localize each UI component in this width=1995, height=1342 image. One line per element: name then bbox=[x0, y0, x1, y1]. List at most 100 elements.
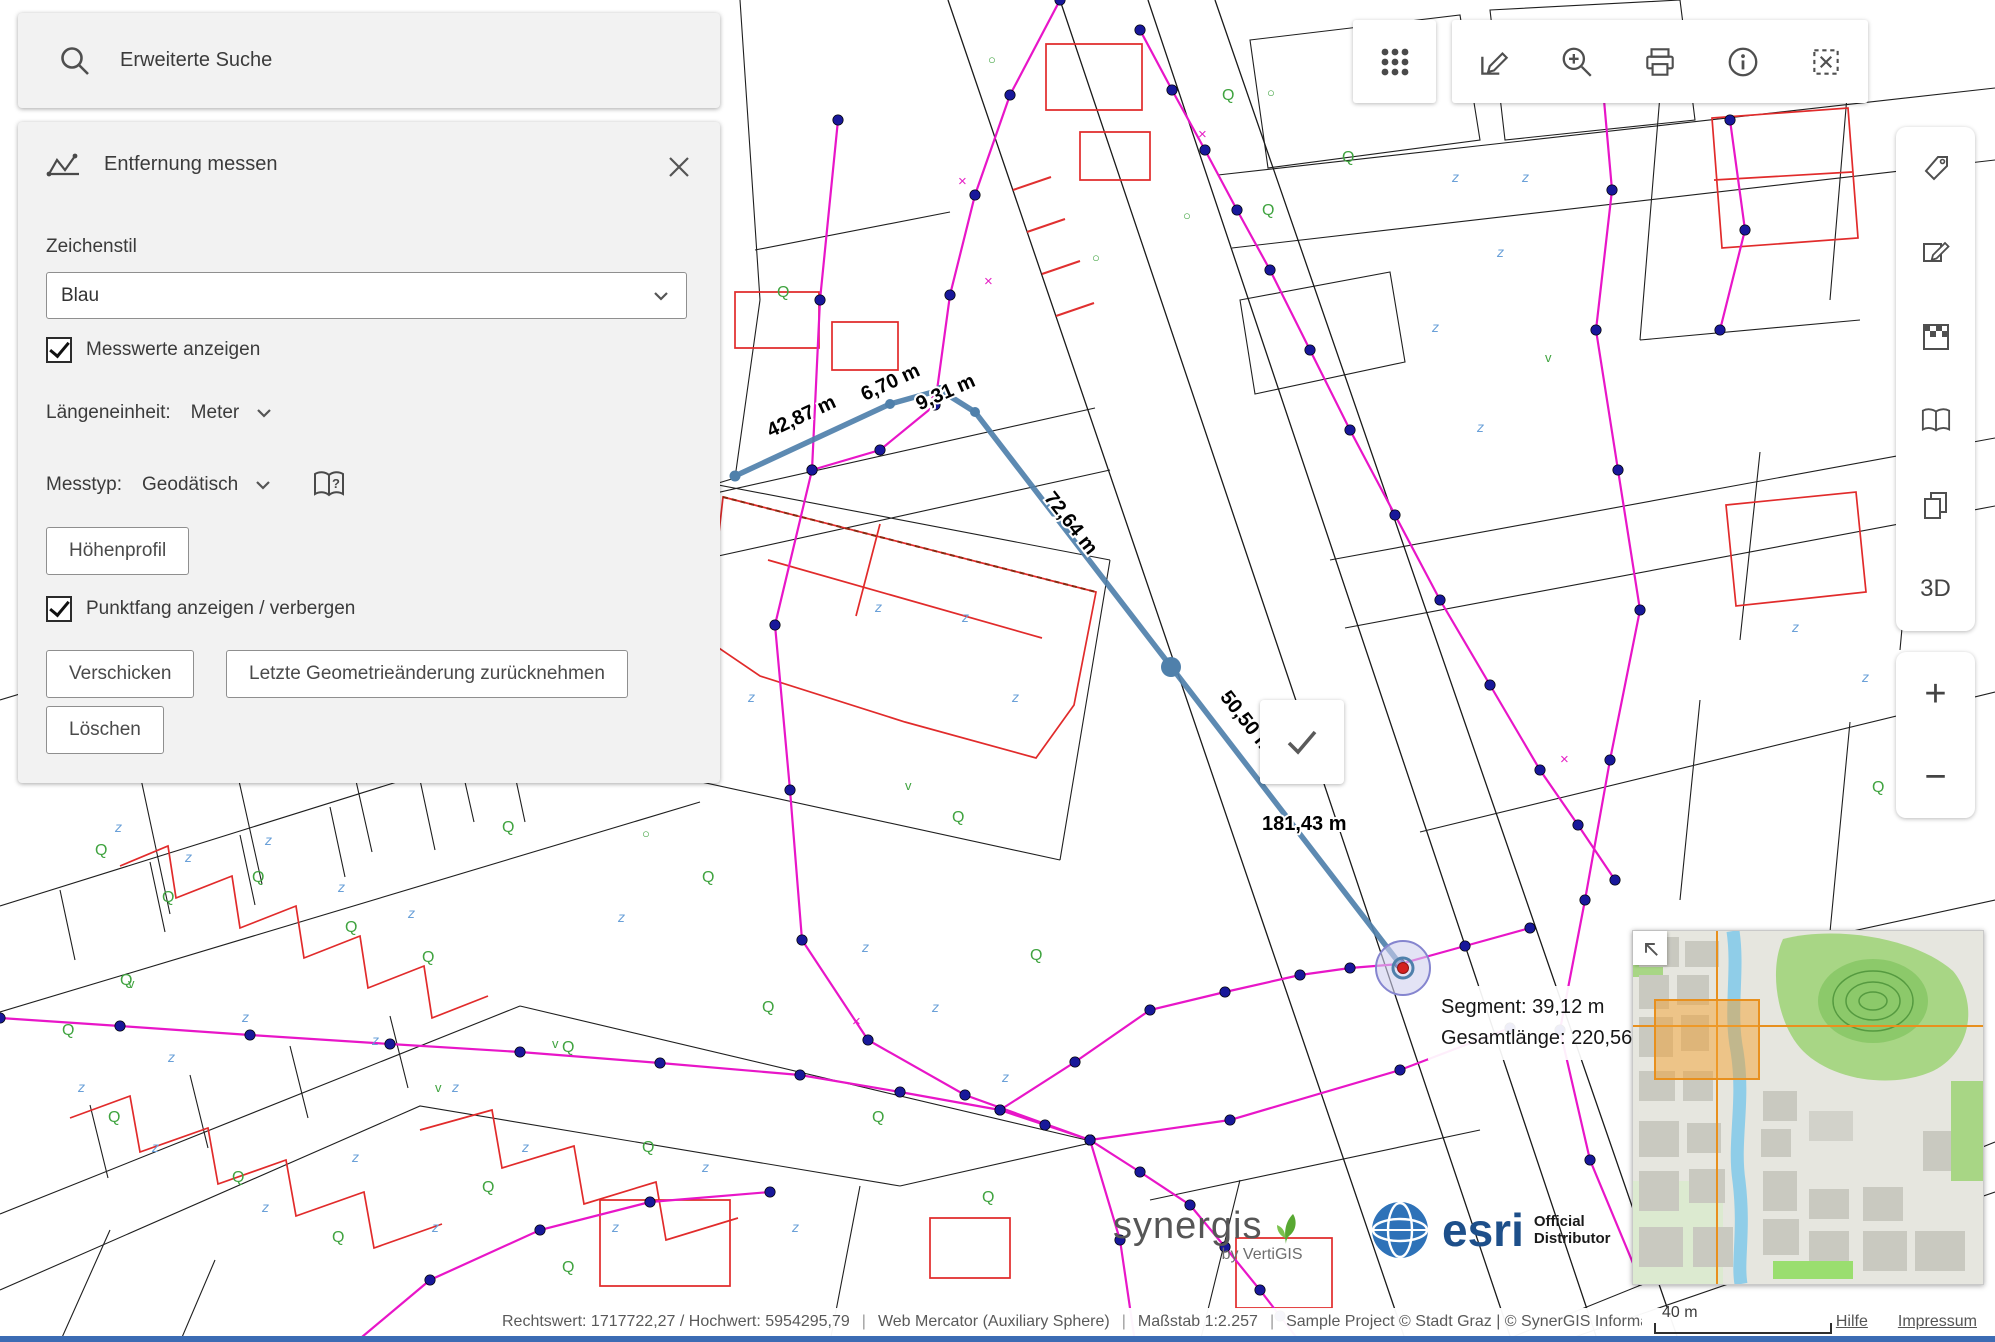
show-values-checkbox[interactable] bbox=[46, 337, 72, 363]
svg-text:z: z bbox=[1861, 669, 1869, 685]
svg-text:z: z bbox=[167, 1049, 175, 1065]
imprint-link[interactable]: Impressum bbox=[1898, 1313, 1977, 1331]
synergis-wordmark: synergis bbox=[1113, 1205, 1263, 1248]
legend-button[interactable] bbox=[1896, 379, 1975, 463]
svg-text:z: z bbox=[264, 832, 272, 848]
measure-distance-panel: Entfernung messen Zeichenstil Blau Messw… bbox=[18, 122, 720, 783]
info-button[interactable] bbox=[1701, 20, 1784, 103]
svg-text:Q: Q bbox=[252, 869, 264, 886]
apps-grid-icon bbox=[1377, 44, 1413, 80]
coordinates-readout: Rechtswert: 1717722,27 / Hochwert: 59542… bbox=[502, 1313, 850, 1331]
copy-view-button[interactable] bbox=[1896, 463, 1975, 547]
svg-text:Q: Q bbox=[62, 1022, 74, 1039]
height-profile-button[interactable]: Höhenprofil bbox=[46, 527, 189, 575]
collapse-corner-icon bbox=[1638, 936, 1662, 960]
length-unit-label: Längeneinheit: bbox=[46, 402, 171, 424]
status-links: Hilfe Impressum bbox=[1836, 1313, 1977, 1331]
scale-readout[interactable]: Maßstab 1:2.257 bbox=[1138, 1313, 1258, 1331]
confirm-measurement-button[interactable] bbox=[1260, 700, 1344, 784]
copyright-attribution: Sample Project © Stadt Graz | © SynerGIS… bbox=[1286, 1313, 1642, 1331]
length-unit-row: Längeneinheit: Meter bbox=[46, 402, 275, 424]
status-bar: Rechtswert: 1717722,27 / Hochwert: 59542… bbox=[490, 1308, 1995, 1336]
svg-text:z: z bbox=[1451, 169, 1459, 185]
crosswalk-hatch bbox=[1013, 177, 1094, 316]
mode-3d-button[interactable]: 3D bbox=[1896, 547, 1975, 631]
svg-text:z: z bbox=[1791, 619, 1799, 635]
print-button[interactable] bbox=[1618, 20, 1701, 103]
svg-text:z: z bbox=[371, 1032, 379, 1048]
synergis-leaf-icon bbox=[1269, 1208, 1303, 1246]
chevron-down-icon[interactable] bbox=[252, 474, 274, 496]
svg-text:Q: Q bbox=[702, 869, 714, 886]
esri-logo: esri Official Distributor bbox=[1368, 1198, 1611, 1262]
panel-header: Entfernung messen bbox=[46, 148, 277, 180]
overview-map[interactable] bbox=[1632, 930, 1984, 1285]
svg-text:v: v bbox=[1545, 350, 1552, 365]
tooltip-total: Gesamtlänge: 220,56 m bbox=[1441, 1023, 1654, 1054]
svg-text:Q: Q bbox=[108, 1109, 120, 1126]
chevron-down-icon[interactable] bbox=[253, 402, 275, 424]
apps-grid-button[interactable] bbox=[1353, 20, 1436, 103]
info-icon bbox=[1725, 44, 1761, 80]
status-items: Rechtswert: 1717722,27 / Hochwert: 59542… bbox=[502, 1313, 1642, 1331]
svg-text:z: z bbox=[241, 1009, 249, 1025]
chevron-down-icon bbox=[650, 285, 672, 307]
measure-distance-icon bbox=[46, 148, 82, 180]
help-book-icon[interactable]: ? bbox=[310, 468, 350, 502]
svg-text:z: z bbox=[337, 879, 345, 895]
svg-text:z: z bbox=[351, 1149, 359, 1165]
svg-text:z: z bbox=[114, 819, 122, 835]
sketch-icon bbox=[1920, 237, 1952, 269]
measure-midpoint-handle[interactable] bbox=[1161, 657, 1181, 677]
zoom-in-button[interactable]: + bbox=[1924, 675, 1946, 713]
select-extent-button[interactable] bbox=[1784, 20, 1867, 103]
checkmark-icon bbox=[1279, 719, 1325, 765]
svg-text:×: × bbox=[1198, 126, 1207, 143]
delete-button[interactable]: Löschen bbox=[46, 706, 164, 754]
zoom-controls: + − bbox=[1896, 652, 1975, 818]
length-unit-value[interactable]: Meter bbox=[191, 402, 240, 424]
synergis-logo: synergis by VertiGIS bbox=[1113, 1205, 1303, 1264]
advanced-search-bar[interactable]: Erweiterte Suche bbox=[18, 13, 720, 108]
undo-geometry-button[interactable]: Letzte Geometrieänderung zurücknehmen bbox=[226, 650, 628, 698]
draw-style-select[interactable]: Blau bbox=[46, 272, 687, 319]
measure-type-value[interactable]: Geodätisch bbox=[142, 474, 238, 496]
svg-text:z: z bbox=[961, 609, 969, 625]
running-total-label: 181,43 m bbox=[1262, 813, 1347, 835]
help-link[interactable]: Hilfe bbox=[1836, 1313, 1868, 1331]
svg-text:Q: Q bbox=[1342, 149, 1354, 166]
search-label: Erweiterte Suche bbox=[120, 49, 272, 72]
svg-text:v: v bbox=[905, 778, 912, 793]
svg-text:z: z bbox=[521, 1139, 529, 1155]
send-button[interactable]: Verschicken bbox=[46, 650, 194, 698]
draw-style-value: Blau bbox=[61, 285, 99, 307]
svg-text:Q: Q bbox=[762, 999, 774, 1016]
svg-text:Q: Q bbox=[1872, 779, 1884, 796]
svg-text:Q: Q bbox=[982, 1189, 994, 1206]
zoom-out-button[interactable]: − bbox=[1924, 758, 1946, 796]
edit-tool-button[interactable] bbox=[1452, 20, 1535, 103]
esri-globe-icon bbox=[1368, 1198, 1432, 1262]
bottom-accent-strip bbox=[0, 1336, 1995, 1342]
redline-tool-button[interactable] bbox=[1896, 211, 1975, 295]
svg-text:z: z bbox=[407, 905, 415, 921]
raster-icon bbox=[1920, 321, 1952, 353]
svg-text:z: z bbox=[261, 1199, 269, 1215]
svg-text:z: z bbox=[861, 939, 869, 955]
overview-map-canvas[interactable] bbox=[1633, 931, 1983, 1284]
svg-text:z: z bbox=[151, 1139, 159, 1155]
snapping-checkbox[interactable] bbox=[46, 596, 72, 622]
raster-tool-button[interactable] bbox=[1896, 295, 1975, 379]
svg-text:z: z bbox=[1001, 1069, 1009, 1085]
close-icon[interactable] bbox=[664, 152, 694, 182]
svg-text:Q: Q bbox=[482, 1179, 494, 1196]
svg-text:z: z bbox=[77, 1079, 85, 1095]
zoom-tool-button[interactable] bbox=[1535, 20, 1618, 103]
labels-tool-button[interactable] bbox=[1896, 127, 1975, 211]
svg-text:z: z bbox=[617, 909, 625, 925]
select-extent-icon bbox=[1808, 44, 1844, 80]
search-icon bbox=[58, 44, 92, 78]
svg-text:○: ○ bbox=[1183, 208, 1191, 223]
minimap-collapse-button[interactable] bbox=[1633, 931, 1667, 965]
draw-style-label: Zeichenstil bbox=[46, 236, 137, 258]
